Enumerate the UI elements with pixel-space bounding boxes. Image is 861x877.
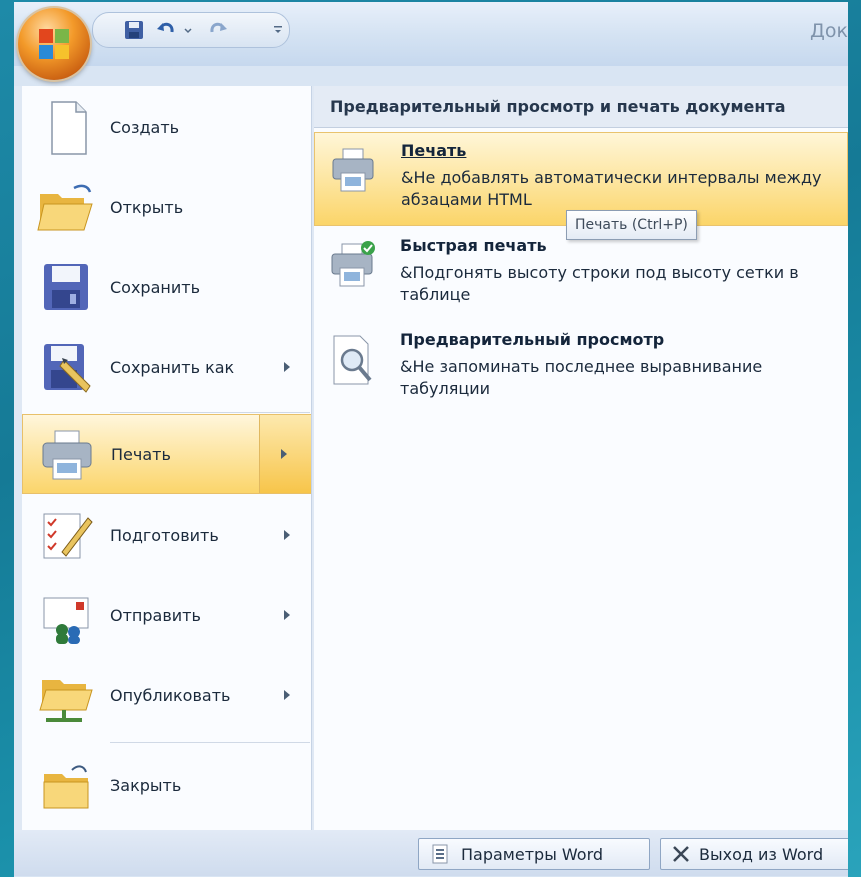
- submenu-header: Предварительный просмотр и печать докуме…: [314, 86, 848, 128]
- menu-item-save[interactable]: Сохранить: [22, 248, 312, 328]
- menu-item-label: Открыть: [110, 198, 184, 217]
- menu-item-label: Сохранить: [110, 278, 200, 297]
- undo-icon: [157, 22, 174, 33]
- submenu-arrow-icon: [284, 530, 290, 540]
- customize-qat-button[interactable]: [271, 17, 285, 43]
- submenu-item-description: &Не добавлять автоматически интервалы ме…: [401, 168, 822, 209]
- menu-item-label: Печать: [111, 445, 171, 464]
- redo-button[interactable]: [205, 17, 231, 43]
- submenu-item-print-preview[interactable]: Предварительный просмотр &Не запоминать …: [314, 322, 848, 416]
- submenu-item-title: Предварительный просмотр: [400, 330, 665, 349]
- menu-item-label: Сохранить как: [110, 358, 235, 377]
- separator: [110, 412, 310, 413]
- save-button[interactable]: [121, 17, 147, 43]
- redo-icon: [210, 22, 227, 33]
- word-window: Док Создать Открыть Сохранить Сохранить …: [14, 2, 848, 877]
- send-icon: [43, 597, 89, 644]
- submenu-item-description: &Подгонять высоту строки под высоту сетк…: [400, 263, 799, 304]
- menu-item-label: Создать: [110, 118, 180, 137]
- chevron-down-icon: [184, 28, 192, 34]
- menu-item-send[interactable]: Отправить: [22, 576, 312, 656]
- print-preview-icon: [333, 335, 372, 385]
- save-icon: [125, 21, 143, 39]
- office-menu-commands: Создать Открыть Сохранить Сохранить как …: [22, 86, 312, 830]
- menu-item-label: Подготовить: [110, 526, 219, 545]
- office-menu-footer: Параметры Word Выход из Word: [14, 830, 848, 876]
- new-document-icon: [51, 101, 87, 155]
- exit-word-button[interactable]: Выход из Word: [660, 838, 848, 870]
- options-icon: [432, 844, 448, 864]
- submenu-item-title: Быстрая печать: [400, 236, 547, 255]
- menu-item-prepare[interactable]: Подготовить: [22, 496, 312, 576]
- close-folder-icon: [43, 765, 89, 809]
- quick-print-icon: [331, 241, 375, 287]
- prepare-icon: [43, 513, 93, 559]
- open-folder-icon: [37, 184, 93, 231]
- printer-icon: [332, 148, 374, 192]
- undo-button[interactable]: [153, 17, 179, 43]
- submenu-item-quick-print[interactable]: Быстрая печать &Подгонять высоту строки …: [314, 228, 848, 322]
- office-logo-icon: [39, 29, 69, 59]
- exit-word-label: Выход из Word: [699, 844, 824, 864]
- print-submenu: Предварительный просмотр и печать докуме…: [314, 86, 848, 830]
- menu-item-label: Опубликовать: [110, 686, 231, 705]
- undo-dropdown-button[interactable]: [181, 17, 195, 43]
- menu-item-close[interactable]: Закрыть: [22, 746, 312, 826]
- menu-item-publish[interactable]: Опубликовать: [22, 656, 312, 736]
- save-as-icon: [44, 344, 91, 393]
- customize-icon: [274, 26, 282, 33]
- menu-item-save-as[interactable]: Сохранить как: [22, 328, 312, 408]
- word-options-label: Параметры Word: [461, 844, 604, 864]
- close-icon: [673, 846, 689, 862]
- office-menu: Создать Открыть Сохранить Сохранить как …: [14, 86, 848, 876]
- tooltip: Печать (Ctrl+P): [566, 210, 697, 240]
- submenu-arrow-icon: [284, 362, 290, 372]
- submenu-arrow-icon: [284, 610, 290, 620]
- save-icon: [44, 264, 88, 310]
- submenu-arrow-icon: [281, 449, 287, 459]
- quick-access-toolbar: [92, 12, 290, 48]
- window-title: Док: [810, 20, 848, 42]
- word-options-button[interactable]: Параметры Word: [418, 838, 650, 870]
- menu-item-new[interactable]: Создать: [22, 88, 312, 168]
- menu-item-print[interactable]: Печать: [22, 414, 312, 494]
- submenu-arrow-icon: [284, 690, 290, 700]
- menu-item-label: Отправить: [110, 606, 201, 625]
- publish-icon: [39, 680, 93, 722]
- submenu-item-title: Печать: [401, 141, 467, 160]
- office-button[interactable]: [18, 8, 90, 80]
- menu-item-label: Закрыть: [110, 776, 182, 795]
- title-bar: Док: [14, 2, 848, 66]
- submenu-item-description: &Не запоминать последнее выравнивание та…: [400, 357, 763, 398]
- printer-icon: [42, 430, 92, 480]
- menu-item-open[interactable]: Открыть: [22, 168, 312, 248]
- separator: [110, 742, 310, 743]
